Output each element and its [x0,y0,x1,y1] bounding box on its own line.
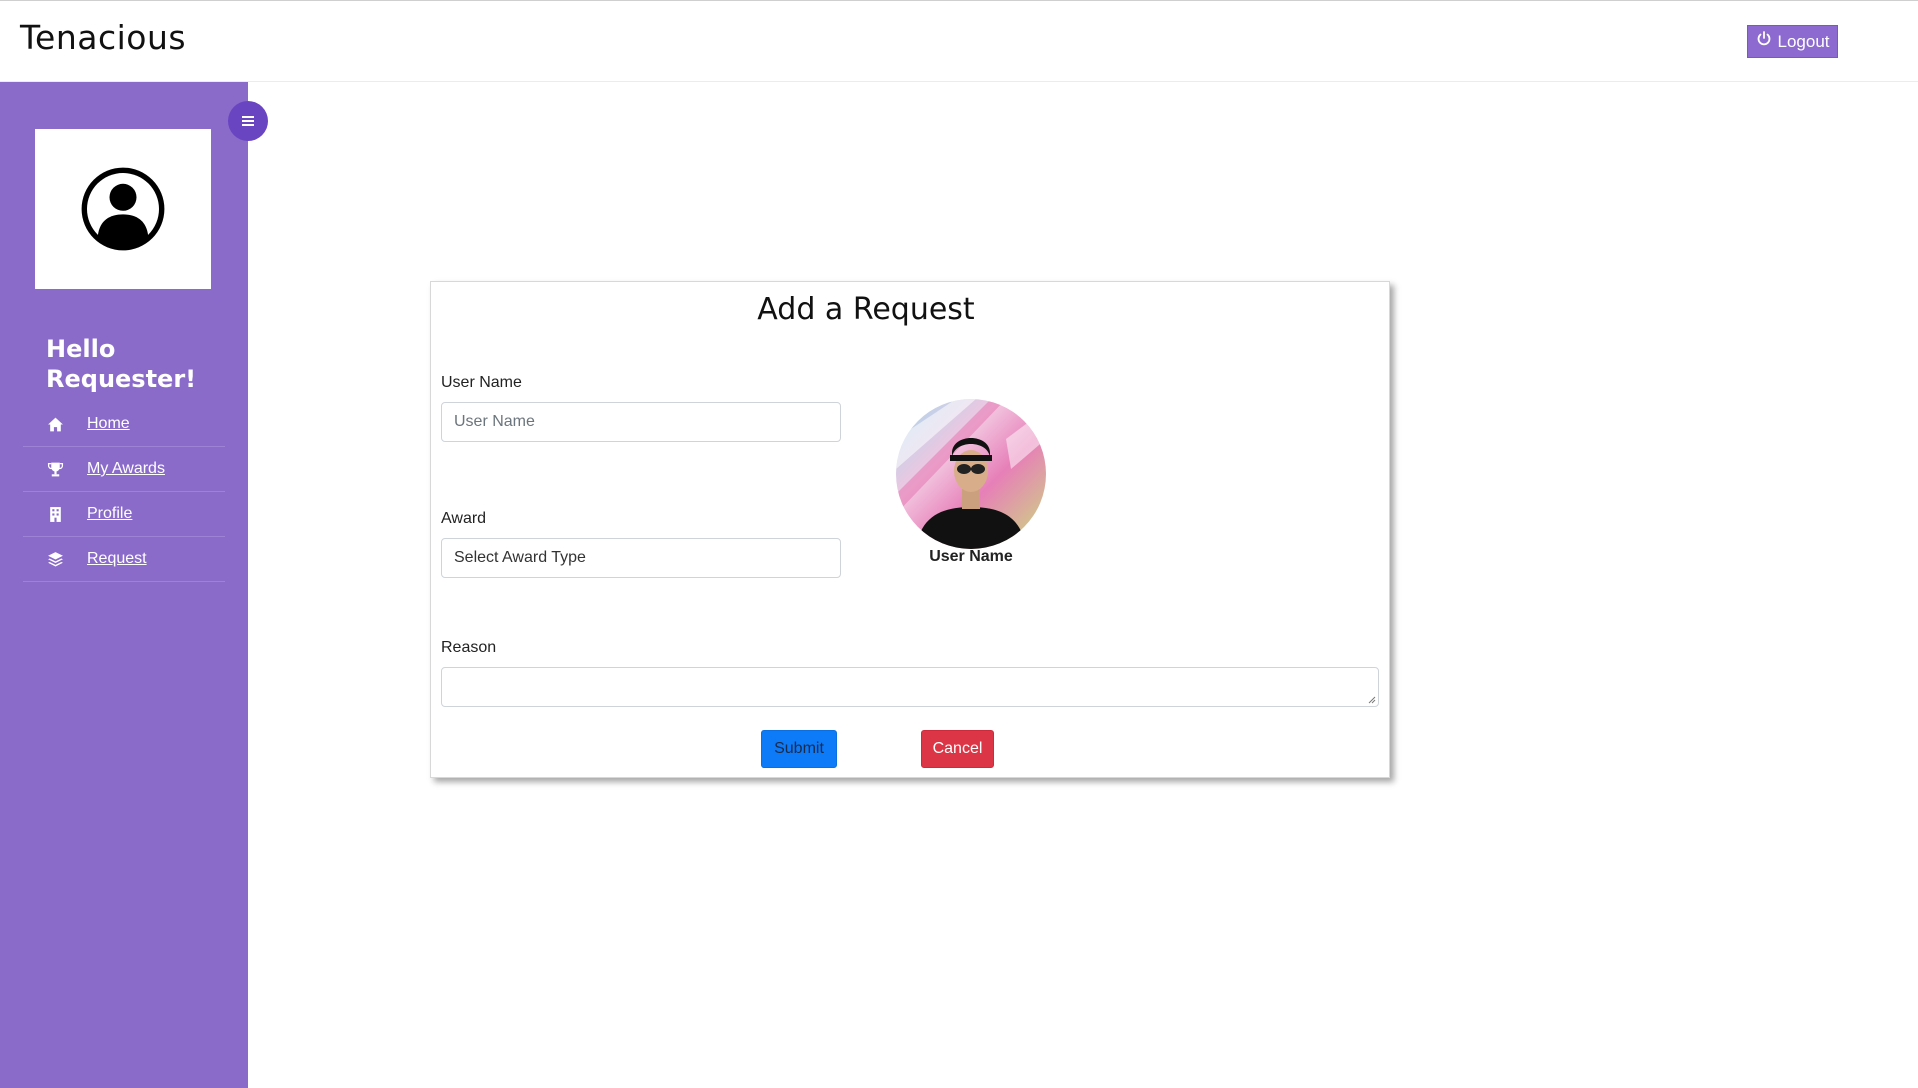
user-photo [896,399,1046,549]
sidebar-toggle-button[interactable] [228,101,268,141]
greeting: Hello Requester! [46,335,197,393]
layers-icon [45,549,65,569]
cancel-button[interactable]: Cancel [921,730,994,768]
sidebar-item-label[interactable]: Request [87,550,147,568]
username-input[interactable]: User Name [441,402,841,442]
award-select[interactable]: Select Award Type [441,538,841,578]
sidebar-item-label[interactable]: Profile [87,505,132,523]
sidebar-item-home[interactable]: Home [23,402,225,447]
user-avatar-icon [81,167,165,251]
top-navbar: Tenacious Logout [0,0,1918,82]
sidebar-item-request[interactable]: Request [23,537,225,582]
card-title: Add a Request [757,292,975,327]
username-label: User Name [441,374,522,391]
sidebar-item-profile[interactable]: Profile [23,492,225,537]
sidebar: Hello Requester! Home My Awards Profile … [0,82,248,1088]
reason-label: Reason [441,639,497,656]
sidebar-nav: Home My Awards Profile Request [23,402,225,582]
power-icon [1756,31,1772,52]
trophy-icon [45,459,65,479]
resize-handle-icon[interactable] [1366,694,1376,704]
logout-label: Logout [1777,31,1830,51]
sidebar-item-label[interactable]: Home [87,415,130,433]
menu-icon [242,116,254,126]
sidebar-item-my-awards[interactable]: My Awards [23,447,225,492]
brand-title: Tenacious [20,18,187,57]
submit-button[interactable]: Submit [761,730,837,768]
request-card: Add a Request User Name User Name Award … [430,281,1390,778]
home-icon [45,414,65,434]
logout-button[interactable]: Logout [1747,25,1838,58]
profile-avatar [35,129,211,289]
building-icon [45,504,65,524]
photo-caption: User Name [929,548,1013,565]
award-label: Award [441,510,487,527]
reason-textarea[interactable] [441,667,1379,707]
sidebar-item-label[interactable]: My Awards [87,460,165,478]
